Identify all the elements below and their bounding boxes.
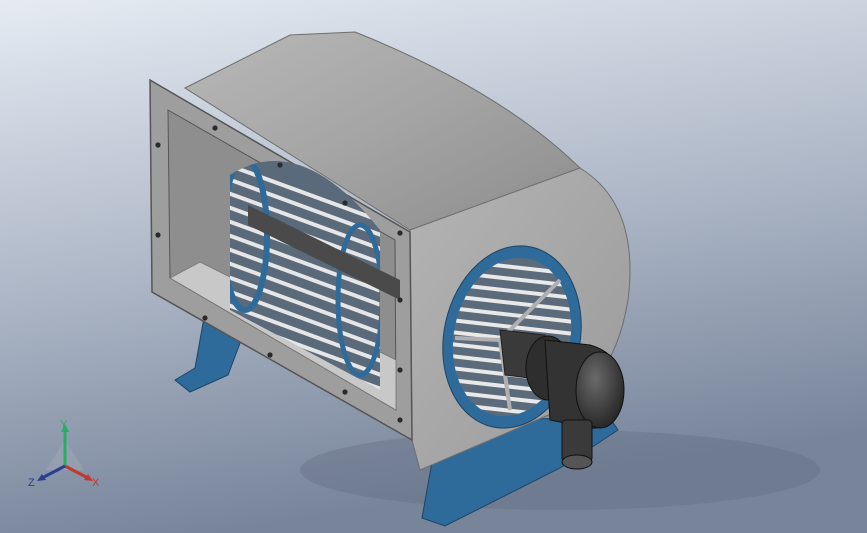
model-canvas[interactable]	[0, 0, 867, 533]
bolt-hole	[155, 142, 161, 148]
bolt-hole	[342, 200, 348, 206]
bolt-hole	[267, 352, 273, 358]
bolt-hole	[397, 297, 403, 303]
graphics-viewport[interactable]: Y X Z	[0, 0, 867, 533]
bolt-hole	[277, 162, 283, 168]
motor-end-cap	[575, 351, 625, 429]
bolt-hole	[155, 232, 161, 238]
bolt-hole	[397, 417, 403, 423]
bolt-hole	[397, 230, 403, 236]
bolt-hole	[212, 125, 218, 131]
z-axis-label: Z	[28, 477, 35, 489]
coordinate-triad-icon: Y X Z	[28, 419, 100, 489]
y-axis-label: Y	[60, 419, 68, 431]
bolt-hole	[202, 315, 208, 321]
bolt-hole	[397, 367, 403, 373]
bolt-hole	[342, 389, 348, 395]
x-axis-label: X	[92, 477, 100, 489]
